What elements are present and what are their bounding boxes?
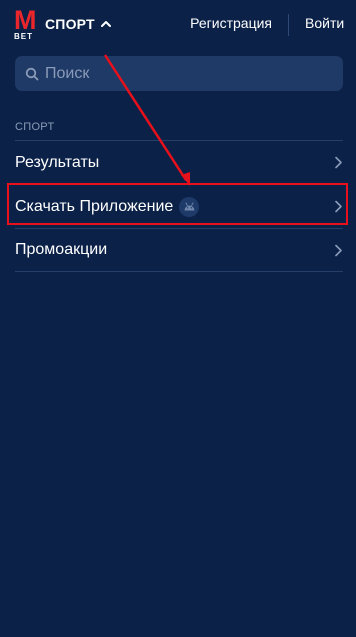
- sport-menu-list: Результаты Скачать Приложение Промоакции: [15, 140, 343, 272]
- menu-item-label: Скачать Приложение: [15, 197, 174, 215]
- android-icon: [179, 196, 200, 217]
- sport-menu-label: СПОРТ: [45, 16, 95, 32]
- menu-item-download-app[interactable]: Скачать Приложение: [15, 184, 343, 228]
- sport-menu-toggle[interactable]: СПОРТ: [45, 14, 112, 34]
- chevron-right-icon: [335, 200, 342, 213]
- register-link[interactable]: Регистрация: [190, 15, 272, 31]
- section-title: СПОРТ: [15, 121, 55, 133]
- header-divider: [288, 14, 289, 36]
- logo-subtext: BET: [14, 32, 33, 41]
- menu-item-results[interactable]: Результаты: [15, 140, 343, 184]
- header: M BET СПОРТ Регистрация Войти: [0, 0, 356, 48]
- mbet-logo[interactable]: M BET: [14, 5, 38, 41]
- chevron-up-icon: [100, 21, 111, 27]
- logo-letter: M: [14, 5, 36, 35]
- login-link[interactable]: Войти: [305, 15, 344, 31]
- menu-item-label: Промоакции: [15, 241, 108, 258]
- chevron-right-icon: [335, 156, 342, 169]
- search-icon: [25, 67, 39, 80]
- menu-item-promotions[interactable]: Промоакции: [15, 228, 343, 272]
- search-input[interactable]: [45, 64, 325, 83]
- chevron-right-icon: [335, 244, 342, 257]
- annotation-arrow: [103, 54, 190, 186]
- search-box[interactable]: [15, 56, 343, 91]
- menu-item-label: Результаты: [15, 153, 100, 171]
